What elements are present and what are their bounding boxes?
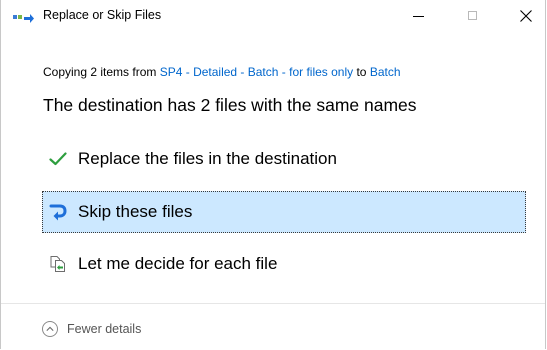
chevron-up-icon xyxy=(42,321,58,337)
minimize-icon xyxy=(412,16,424,17)
decide-each-file-label: Let me decide for each file xyxy=(78,254,278,273)
file-move-icon xyxy=(13,12,35,24)
title-bar[interactable]: Replace or Skip Files xyxy=(1,0,545,31)
fewer-details-label: Fewer details xyxy=(67,322,142,336)
copying-prefix: Copying 2 items from xyxy=(43,65,160,79)
close-icon xyxy=(520,9,532,22)
skip-files-label: Skip these files xyxy=(78,202,193,221)
replace-skip-dialog: Replace or Skip Files Copying 2 items fr… xyxy=(0,0,546,350)
checkmark-icon xyxy=(48,149,68,169)
replace-files-label: Replace the files in the destination xyxy=(78,149,337,168)
maximize-button[interactable] xyxy=(449,0,495,31)
conflict-heading: The destination has 2 files with the sam… xyxy=(43,95,417,115)
skip-arrow-icon xyxy=(48,202,68,222)
source-folder-link[interactable]: SP4 - Detailed - Batch - for files only xyxy=(160,65,353,79)
copying-summary: Copying 2 items from SP4 - Detailed - Ba… xyxy=(43,65,401,79)
minimize-button[interactable] xyxy=(395,0,441,31)
replace-files-option[interactable]: Replace the files in the destination xyxy=(42,138,526,180)
maximize-icon xyxy=(467,11,477,20)
fewer-details-toggle[interactable]: Fewer details xyxy=(42,321,141,337)
decide-each-file-option[interactable]: Let me decide for each file xyxy=(42,243,526,285)
close-button[interactable] xyxy=(503,0,547,31)
file-compare-icon xyxy=(48,254,68,274)
copying-middle: to xyxy=(353,65,370,79)
dialog-footer: Fewer details xyxy=(1,303,545,350)
window-title: Replace or Skip Files xyxy=(43,8,162,22)
skip-files-option[interactable]: Skip these files xyxy=(42,191,526,233)
destination-folder-link[interactable]: Batch xyxy=(370,65,401,79)
